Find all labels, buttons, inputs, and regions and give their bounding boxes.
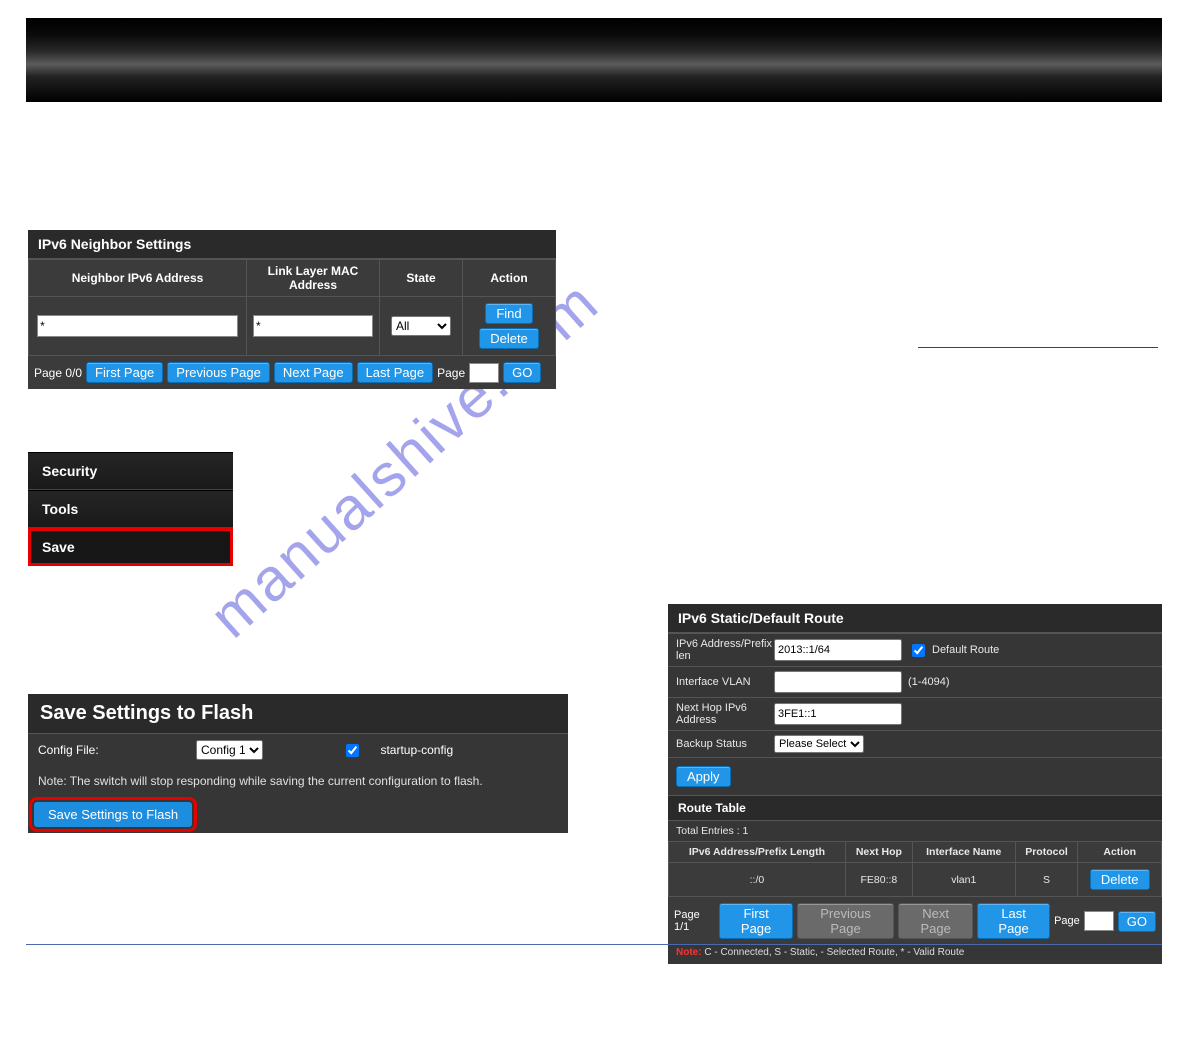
page-label: Page [437,366,465,380]
col-mac: Link Layer MAC Address [247,260,380,297]
vlan-hint: (1-4094) [908,676,950,688]
rt-proto: S [1015,863,1078,897]
ipv6-route-panel: IPv6 Static/Default Route IPv6 Address/P… [668,604,1162,964]
config-select[interactable]: Config 1 [196,740,263,760]
panel-title: IPv6 Static/Default Route [668,604,1162,633]
col-state: State [380,260,463,297]
page-label: Page [1054,915,1080,927]
rt-hop: FE80::8 [845,863,912,897]
rt-col-proto: Protocol [1015,842,1078,863]
panel-title: IPv6 Neighbor Settings [28,230,556,259]
next-page-button[interactable]: Next Page [898,903,973,939]
rt-col-action: Action [1078,842,1162,863]
vlan-label: Interface VLAN [676,676,774,688]
rt-col-addr: IPv6 Address/Prefix Length [669,842,846,863]
rt-col-iface: Interface Name [912,842,1015,863]
go-button[interactable]: GO [503,362,541,383]
sidebar-item-save[interactable]: Save [28,528,233,566]
page-banner [26,18,1162,102]
total-entries: Total Entries : 1 [676,825,748,837]
prev-page-button[interactable]: Previous Page [167,362,270,383]
rt-col-hop: Next Hop [845,842,912,863]
prev-page-button[interactable]: Previous Page [797,903,894,939]
last-page-button[interactable]: Last Page [357,362,434,383]
startup-label: startup-config [380,743,453,757]
panel-title: Save Settings to Flash [28,694,568,733]
last-page-button[interactable]: Last Page [977,903,1050,939]
page-divider [26,944,1162,945]
first-page-button[interactable]: First Page [719,903,793,939]
addr-label: IPv6 Address/Prefix len [676,638,774,662]
go-button[interactable]: GO [1118,911,1156,932]
page-input[interactable] [469,363,499,383]
table-row: ::/0 FE80::8 vlan1 S Delete [669,863,1162,897]
sidebar-item-security[interactable]: Security [28,452,233,490]
rt-iface: vlan1 [912,863,1015,897]
sidebar-menu: Security Tools Save [28,452,233,566]
save-to-flash-button[interactable]: Save Settings to Flash [34,802,192,827]
find-button[interactable]: Find [485,303,532,324]
rt-delete-button[interactable]: Delete [1090,869,1150,890]
first-page-button[interactable]: First Page [86,362,163,383]
rt-addr: ::/0 [669,863,846,897]
startup-checkbox[interactable] [346,744,359,757]
note-text: C - Connected, S - Static, - Selected Ro… [702,947,965,958]
config-file-label: Config File: [38,743,178,757]
sidebar-item-tools[interactable]: Tools [28,490,233,528]
page-info: Page 0/0 [34,366,82,380]
delete-button[interactable]: Delete [479,328,539,349]
note-label: Note: [676,947,702,958]
apply-button[interactable]: Apply [676,766,731,787]
hop-input[interactable] [774,703,902,725]
next-page-button[interactable]: Next Page [274,362,353,383]
neighbor-input[interactable] [37,315,238,337]
default-route-label: Default Route [932,644,999,656]
col-action: Action [463,260,556,297]
col-neighbor: Neighbor IPv6 Address [29,260,247,297]
hop-label: Next Hop IPv6 Address [676,702,774,726]
default-route-checkbox[interactable] [912,644,925,657]
ipv6-neighbor-panel: IPv6 Neighbor Settings Neighbor IPv6 Add… [28,230,556,389]
backup-select[interactable]: Please Select [774,735,864,753]
addr-input[interactable] [774,639,902,661]
backup-label: Backup Status [676,738,774,750]
vlan-input[interactable] [774,671,902,693]
state-select[interactable]: All [391,316,451,336]
route-table-header: Route Table [668,795,1162,820]
mac-input[interactable] [253,315,373,337]
link-underline [918,346,1158,348]
save-flash-panel: Save Settings to Flash Config File: Conf… [28,694,568,833]
page-input[interactable] [1084,911,1114,931]
save-note: Note: The switch will stop responding wh… [28,766,568,796]
page-info: Page 1/1 [674,909,715,933]
